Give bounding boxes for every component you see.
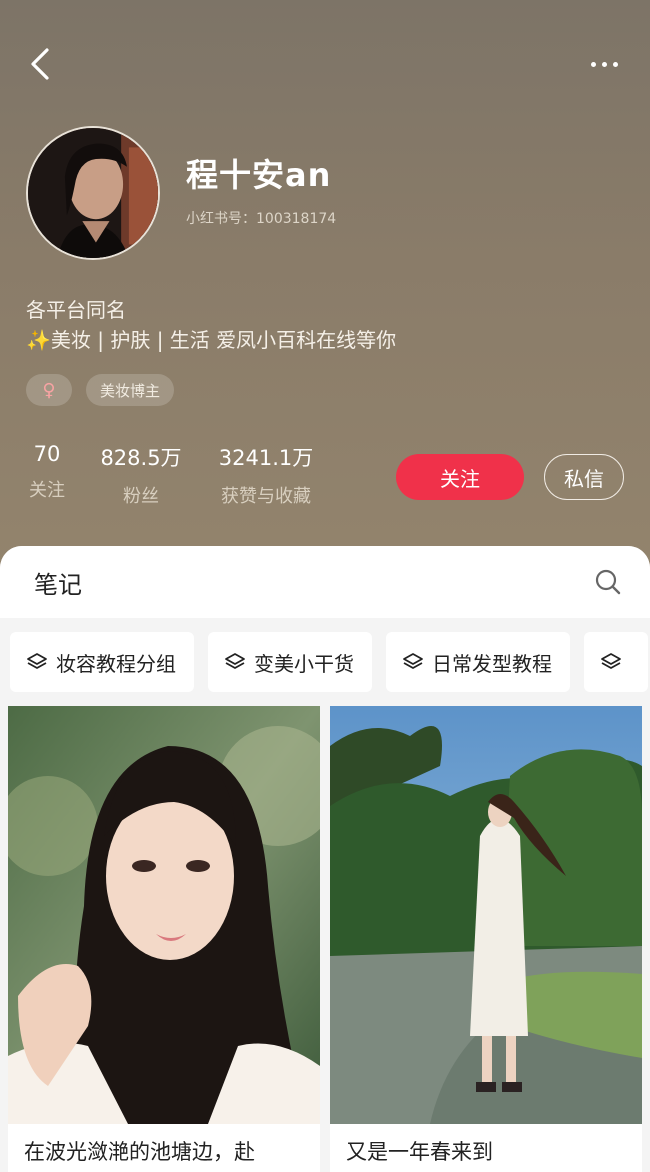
note-title: 在波光潋滟的池塘边，赴 xyxy=(24,1140,255,1164)
profile-name: 程十安an xyxy=(186,156,332,194)
collection-chips: 妆容教程分组 变美小干货 日常发型教程 xyxy=(10,632,650,692)
bio-line-2: ✨美妆 | 护肤 | 生活 爱凤小百科在线等你 xyxy=(26,328,397,352)
message-button[interactable]: 私信 xyxy=(544,454,624,500)
more-dot xyxy=(612,61,618,67)
back-button[interactable] xyxy=(22,44,58,84)
more-options-button[interactable] xyxy=(582,50,626,78)
note-title: 又是一年春来到 xyxy=(346,1140,493,1164)
note-cover-image xyxy=(8,706,320,1124)
layers-icon xyxy=(403,653,423,669)
stat-value: 3241.1万 xyxy=(218,446,314,470)
gender-female-icon: ♀ xyxy=(26,374,72,406)
bio-line-1: 各平台同名 xyxy=(26,298,126,322)
chip-hairstyle-tutorials[interactable]: 日常发型教程 xyxy=(386,632,570,692)
tab-bar: 笔记 xyxy=(0,546,650,618)
more-dot xyxy=(601,61,607,67)
stat-value: 70 xyxy=(33,442,61,466)
layers-icon xyxy=(27,653,47,669)
search-icon xyxy=(595,569,621,595)
note-card[interactable]: 在波光潋滟的池塘边，赴 xyxy=(8,706,320,1172)
tab-notes[interactable]: 笔记 xyxy=(34,565,82,600)
note-cover-image xyxy=(330,706,642,1124)
note-card[interactable]: 又是一年春来到 xyxy=(330,706,642,1172)
stat-likes-collections[interactable]: 3241.1万 获赞与收藏 xyxy=(208,442,324,508)
stat-label: 粉丝 xyxy=(123,486,159,507)
chip-label: 妆容教程分组 xyxy=(56,651,176,676)
search-button[interactable] xyxy=(594,568,622,596)
content-panel: 笔记 妆容教程分组 变美小干货 日常发型教程 在波光潋滟的池塘边，赴 又是一年春… xyxy=(0,546,650,1172)
layers-icon xyxy=(225,653,245,669)
stat-value: 828.5万 xyxy=(100,446,182,470)
chevron-left-icon xyxy=(31,48,49,80)
layers-icon xyxy=(601,653,621,669)
more-dots-icon xyxy=(590,61,596,67)
avatar[interactable] xyxy=(26,126,160,260)
follow-button[interactable]: 关注 xyxy=(396,454,524,500)
chip-beauty-tips[interactable]: 变美小干货 xyxy=(208,632,372,692)
stat-label: 关注 xyxy=(29,480,65,501)
stat-label: 获赞与收藏 xyxy=(221,486,311,507)
chip-label: 日常发型教程 xyxy=(432,651,552,676)
chip-label: 变美小干货 xyxy=(254,651,354,676)
stat-followers[interactable]: 828.5万 粉丝 xyxy=(92,442,190,508)
stat-following[interactable]: 70 关注 xyxy=(22,442,72,502)
profile-tag: 美妆博主 xyxy=(86,374,175,406)
chip-more[interactable] xyxy=(584,632,648,692)
avatar-image xyxy=(28,128,158,258)
chip-makeup-tutorials[interactable]: 妆容教程分组 xyxy=(10,632,194,692)
profile-header: 程十安an 小红书号：100318174 各平台同名 ✨美妆 | 护肤 | 生活… xyxy=(0,0,650,580)
profile-uid[interactable]: 小红书号：100318174 xyxy=(186,208,336,228)
